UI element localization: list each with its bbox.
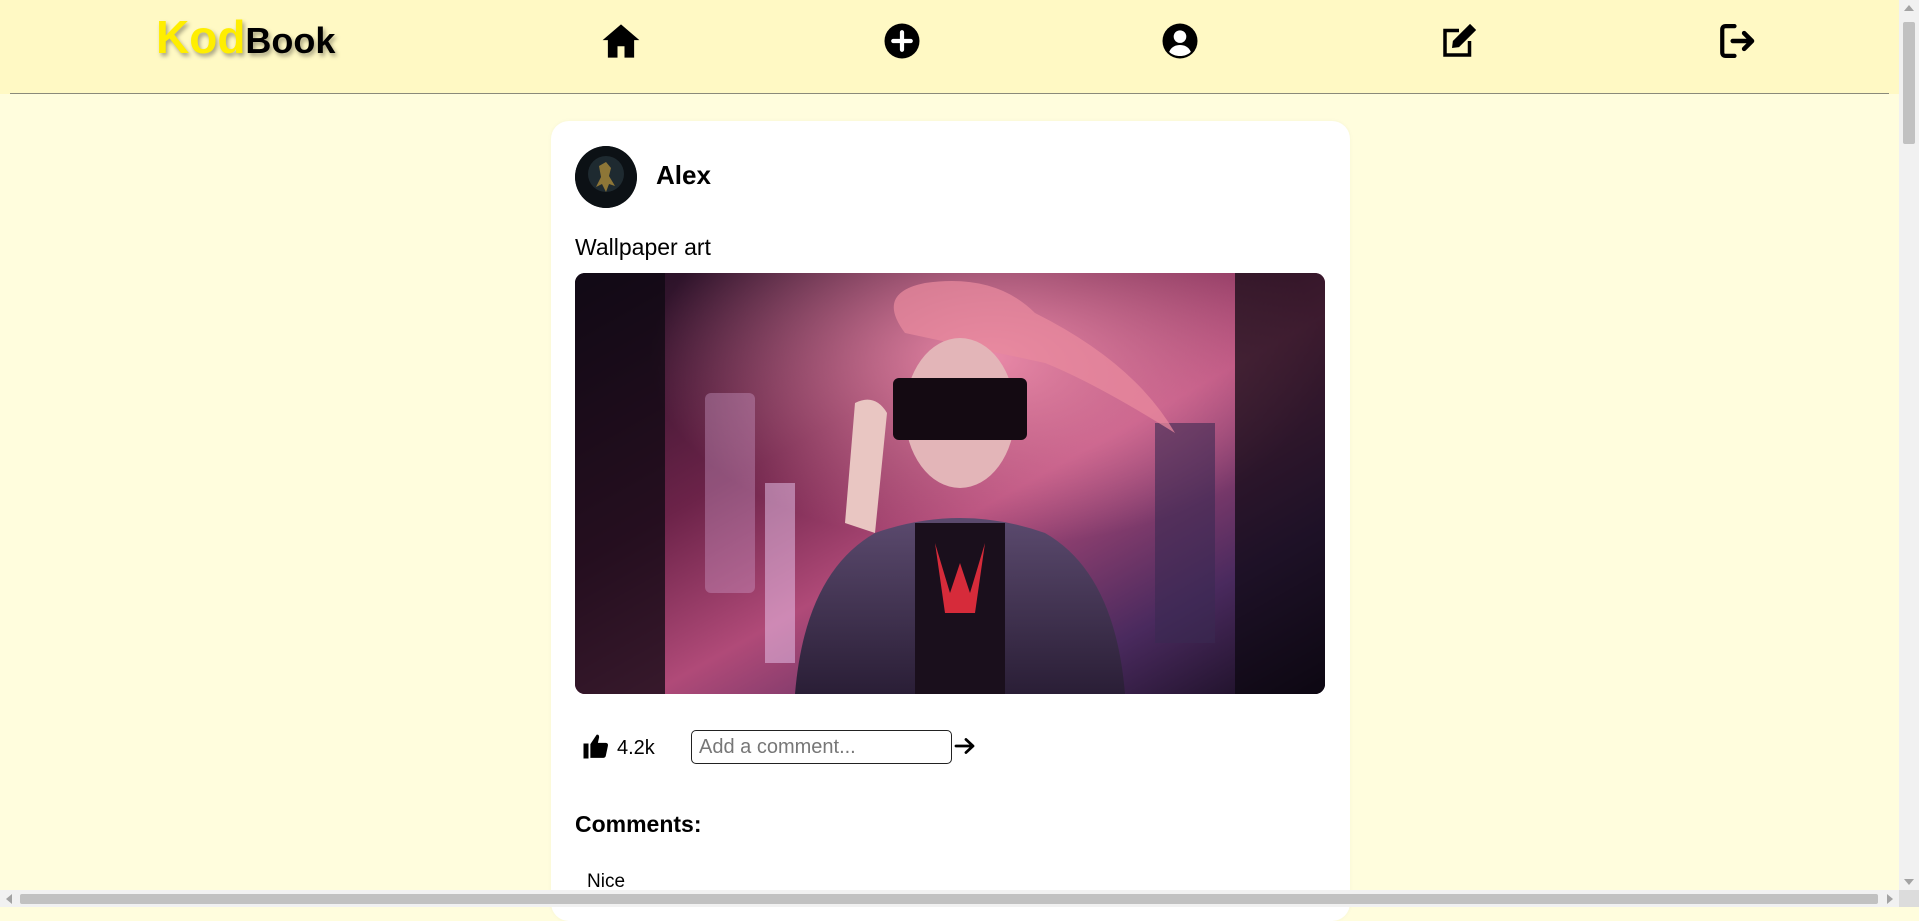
home-icon[interactable]: [599, 20, 643, 62]
scroll-up-arrow-icon[interactable]: [1904, 5, 1914, 11]
comment-input[interactable]: [691, 730, 952, 764]
header-divider: [10, 93, 1889, 94]
post-caption: Wallpaper art: [575, 234, 711, 260]
edit-icon[interactable]: [1437, 20, 1481, 62]
like-count: 4.2k: [617, 737, 655, 759]
like-icon[interactable]: [581, 731, 611, 761]
horizontal-scroll-thumb[interactable]: [20, 894, 1878, 904]
scroll-left-arrow-icon[interactable]: [6, 894, 12, 904]
vertical-scrollbar[interactable]: [1899, 0, 1919, 890]
add-post-icon[interactable]: [880, 20, 924, 62]
post-image: [575, 273, 1325, 694]
author-name[interactable]: Alex: [656, 160, 711, 191]
app-logo[interactable]: KodBook: [156, 12, 335, 66]
profile-icon[interactable]: [1158, 20, 1202, 62]
send-comment-icon[interactable]: [953, 734, 977, 758]
scrollbar-corner: [1899, 890, 1919, 907]
vertical-scroll-thumb[interactable]: [1903, 22, 1915, 144]
logout-icon[interactable]: [1716, 20, 1760, 62]
post-card: Alex Wallpaper art 4.2k Add a comment...…: [551, 121, 1350, 921]
horizontal-scrollbar[interactable]: [0, 890, 1899, 907]
scroll-down-arrow-icon[interactable]: [1904, 879, 1914, 885]
logo-book: Book: [245, 20, 336, 61]
scroll-right-arrow-icon[interactable]: [1887, 894, 1893, 904]
comments-heading: Comments:: [575, 811, 702, 837]
top-navbar: KodBook: [0, 0, 1899, 94]
logo-kod: Kod: [156, 11, 246, 63]
author-avatar[interactable]: [575, 146, 637, 208]
